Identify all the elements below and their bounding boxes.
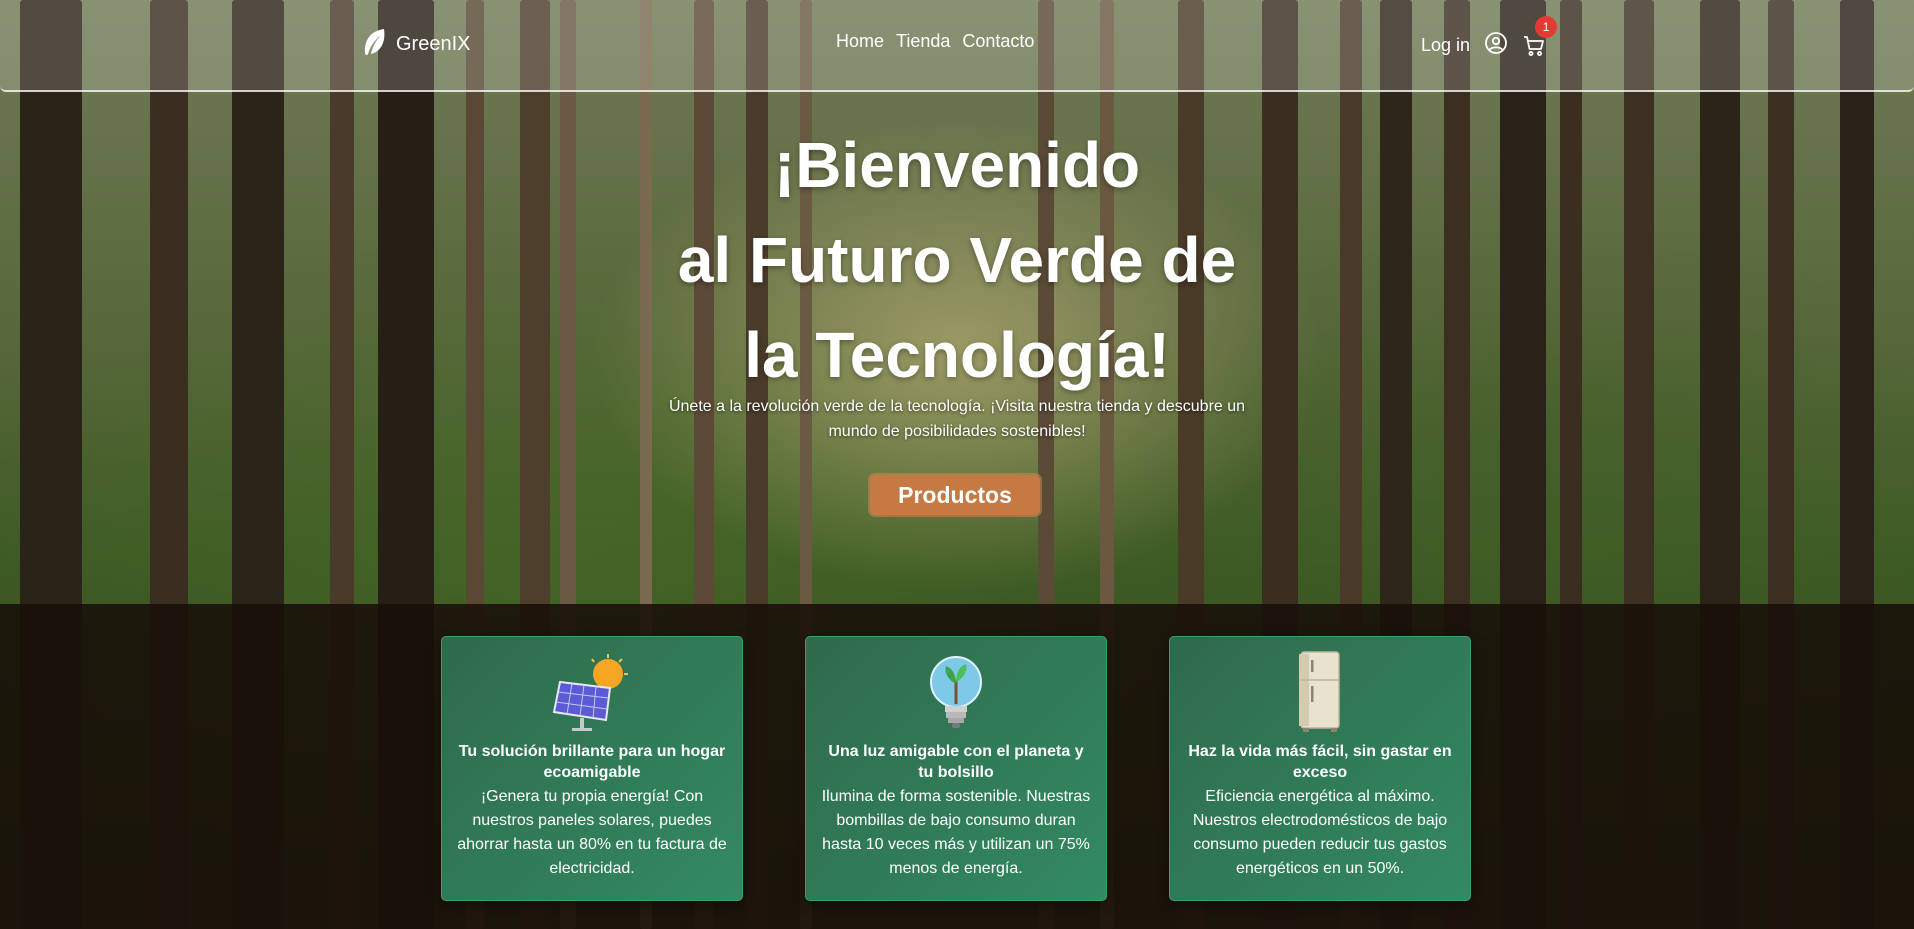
feature-title: Haz la vida más fácil, sin gastar en exc…: [1188, 743, 1452, 781]
hero-title: ¡Bienvenido al Futuro Verde de la Tecnol…: [0, 118, 1914, 403]
login-link[interactable]: Log in: [1421, 35, 1470, 56]
refrigerator-icon: [1295, 650, 1345, 739]
eco-bulb-icon: [924, 654, 988, 739]
brand[interactable]: GreenIX: [362, 27, 470, 62]
main-nav: Home Tienda Contacto: [836, 31, 1034, 52]
cart-count-badge: 1: [1535, 15, 1558, 38]
feature-body: ¡Genera tu propia energía! Con nuestros …: [457, 788, 727, 877]
feature-title: Tu solución brillante para un hogar ecoa…: [458, 743, 726, 781]
nav-tienda[interactable]: Tienda: [896, 31, 950, 52]
cart-button[interactable]: 1: [1522, 15, 1558, 58]
feature-title: Una luz amigable con el planeta y tu bol…: [828, 743, 1084, 781]
nav-contacto[interactable]: Contacto: [962, 31, 1034, 52]
user-circle-icon[interactable]: [1484, 31, 1508, 60]
productos-button[interactable]: Productos: [870, 475, 1040, 515]
feature-body: Eficiencia energética al máximo. Nuestro…: [1192, 788, 1448, 877]
navbar: GreenIX Home Tienda Contacto Log in 1: [0, 0, 1914, 92]
hero-subtitle: Únete a la revolución verde de la tecnol…: [668, 398, 1246, 440]
feature-card-bulb: Una luz amigable con el planeta y tu bol…: [805, 636, 1107, 901]
solar-panel-icon: [552, 654, 632, 739]
hero-title-line-3: la Tecnología!: [744, 319, 1170, 391]
leaf-icon: [362, 27, 388, 62]
brand-name: GreenIX: [396, 33, 471, 55]
hero-title-line-1: ¡Bienvenido: [773, 129, 1141, 201]
feature-card-solar: Tu solución brillante para un hogar ecoa…: [441, 636, 743, 901]
account-nav: Log in 1: [1421, 15, 1558, 60]
nav-home[interactable]: Home: [836, 31, 884, 52]
feature-body: Ilumina de forma sostenible. Nuestras bo…: [821, 788, 1091, 877]
hero-title-line-2: al Futuro Verde de: [677, 224, 1237, 296]
feature-card-appliance: Haz la vida más fácil, sin gastar en exc…: [1169, 636, 1471, 901]
cart-icon: [1522, 35, 1546, 62]
